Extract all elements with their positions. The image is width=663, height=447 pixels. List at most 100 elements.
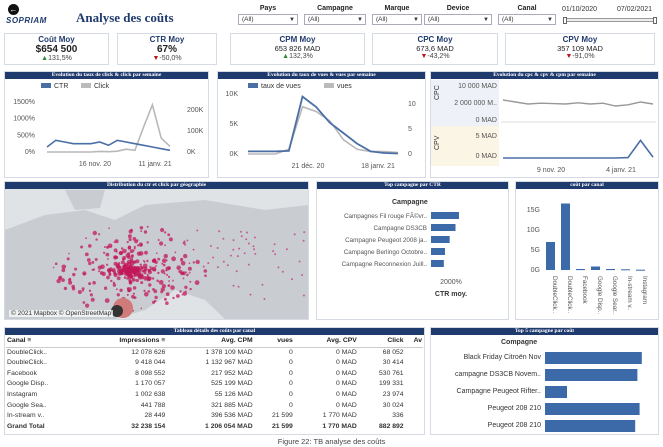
geo-point[interactable] [232, 239, 235, 242]
table-row[interactable]: Google Disp.. 1 170 057 525 199 MAD 0 0 MAD 1… [6, 379, 423, 390]
geo-point[interactable] [172, 296, 175, 300]
geo-point[interactable] [88, 289, 92, 292]
table-row[interactable]: DoubleClick.. 12 078 626 1 378 109 MAD 0 0 M… [6, 347, 423, 358]
geo-point[interactable] [188, 271, 191, 274]
bar[interactable] [621, 269, 630, 271]
geo-point[interactable] [161, 284, 166, 289]
geo-point[interactable] [144, 292, 149, 297]
geo-point[interactable] [181, 293, 184, 296]
date-range[interactable]: 01/10/2020 07/02/2021 [562, 6, 660, 28]
geo-point[interactable] [161, 262, 164, 265]
table-row[interactable]: In-stream v.. 28 449 396 536 MAD 21 599 1 77… [6, 411, 423, 422]
geo-point[interactable] [249, 293, 252, 296]
geo-point[interactable] [139, 226, 144, 230]
geo-point[interactable] [165, 269, 168, 272]
geo-point[interactable] [142, 270, 145, 272]
geo-point[interactable] [302, 294, 305, 297]
chevron-down-icon[interactable]: ▼ [483, 15, 489, 25]
geo-point[interactable] [145, 277, 147, 279]
geo-point[interactable] [142, 263, 148, 269]
geo-point[interactable] [216, 247, 219, 249]
geo-point[interactable] [132, 278, 134, 281]
geo-point[interactable] [263, 298, 266, 300]
geo-point[interactable] [302, 239, 305, 242]
geo-point[interactable] [131, 294, 135, 299]
geo-point[interactable] [179, 290, 182, 293]
geo-point[interactable] [88, 244, 92, 248]
geo-point[interactable] [235, 270, 238, 273]
geo-point[interactable] [143, 261, 146, 263]
geo-point[interactable] [196, 229, 199, 232]
geo-point[interactable] [52, 266, 55, 269]
geo-point[interactable] [166, 273, 169, 276]
geo-point[interactable] [154, 260, 158, 264]
geo-point[interactable] [291, 278, 293, 281]
geo-point[interactable] [157, 257, 161, 261]
geo-point[interactable] [160, 269, 165, 274]
geo-point[interactable] [170, 285, 175, 290]
geo-point[interactable] [94, 258, 98, 261]
geo-point[interactable] [119, 288, 123, 292]
geo-point[interactable] [68, 280, 73, 285]
column-header[interactable]: Canal ≡ [6, 336, 83, 348]
geo-point[interactable] [162, 263, 166, 267]
geo-point[interactable] [183, 240, 186, 243]
geo-point[interactable] [54, 262, 58, 266]
geo-point[interactable] [186, 273, 189, 277]
geo-point[interactable] [140, 230, 143, 233]
geo-point[interactable] [176, 294, 180, 298]
filter-device[interactable]: Device (All) ▼ [424, 3, 492, 28]
geo-point[interactable] [97, 265, 102, 270]
geo-point[interactable] [192, 248, 195, 251]
back-arrow-icon[interactable]: ← [8, 4, 19, 15]
geo-point[interactable] [58, 276, 62, 280]
geo-point[interactable] [184, 285, 188, 289]
geo-point[interactable] [246, 231, 248, 234]
geo-point[interactable] [108, 270, 111, 274]
geo-point[interactable] [106, 245, 110, 249]
geo-point[interactable] [252, 245, 255, 248]
geo-point[interactable] [111, 269, 115, 272]
geo-point[interactable] [104, 298, 110, 303]
geo-point[interactable] [146, 259, 149, 263]
date-slider-handle-left[interactable] [563, 17, 567, 24]
geo-point[interactable] [229, 254, 232, 257]
geo-point[interactable] [212, 256, 215, 259]
geo-point[interactable] [126, 293, 129, 296]
table-row[interactable]: Google Sea.. 441 788 321 885 MAD 0 0 MAD 30 0… [6, 401, 423, 412]
bar[interactable] [431, 248, 445, 255]
geo-point[interactable] [146, 225, 149, 228]
geo-point[interactable] [88, 282, 92, 286]
geo-point[interactable] [131, 276, 134, 279]
cpv-series-line[interactable] [503, 139, 654, 159]
bar[interactable] [431, 212, 459, 219]
geo-point[interactable] [232, 284, 235, 287]
geo-point[interactable] [133, 275, 136, 278]
geo-point[interactable] [82, 271, 87, 276]
geo-point[interactable] [245, 238, 248, 241]
geo-point[interactable] [136, 239, 139, 242]
date-slider-track[interactable] [564, 18, 656, 22]
geo-point[interactable] [98, 233, 101, 236]
filter-select[interactable]: (All) ▼ [372, 14, 422, 25]
geo-point[interactable] [103, 286, 108, 290]
geo-point[interactable] [209, 245, 212, 247]
geo-point[interactable] [80, 245, 84, 249]
geo-point[interactable] [112, 281, 116, 285]
geo-point[interactable] [156, 279, 159, 283]
geo-point[interactable] [139, 273, 143, 278]
geo-point[interactable] [162, 258, 167, 263]
geo-point[interactable] [86, 258, 91, 262]
geo-point[interactable] [202, 265, 205, 268]
geo-point[interactable] [207, 262, 210, 265]
geo-point[interactable] [118, 251, 123, 255]
geo-point[interactable] [165, 292, 170, 297]
geo-point[interactable] [126, 241, 129, 244]
geo-point[interactable] [119, 266, 122, 269]
geo-point[interactable] [105, 252, 110, 257]
geo-point[interactable] [129, 279, 132, 283]
geo-point[interactable] [172, 279, 174, 282]
geo-point[interactable] [238, 247, 241, 250]
bar[interactable] [431, 260, 444, 267]
geo-point[interactable] [84, 252, 89, 257]
